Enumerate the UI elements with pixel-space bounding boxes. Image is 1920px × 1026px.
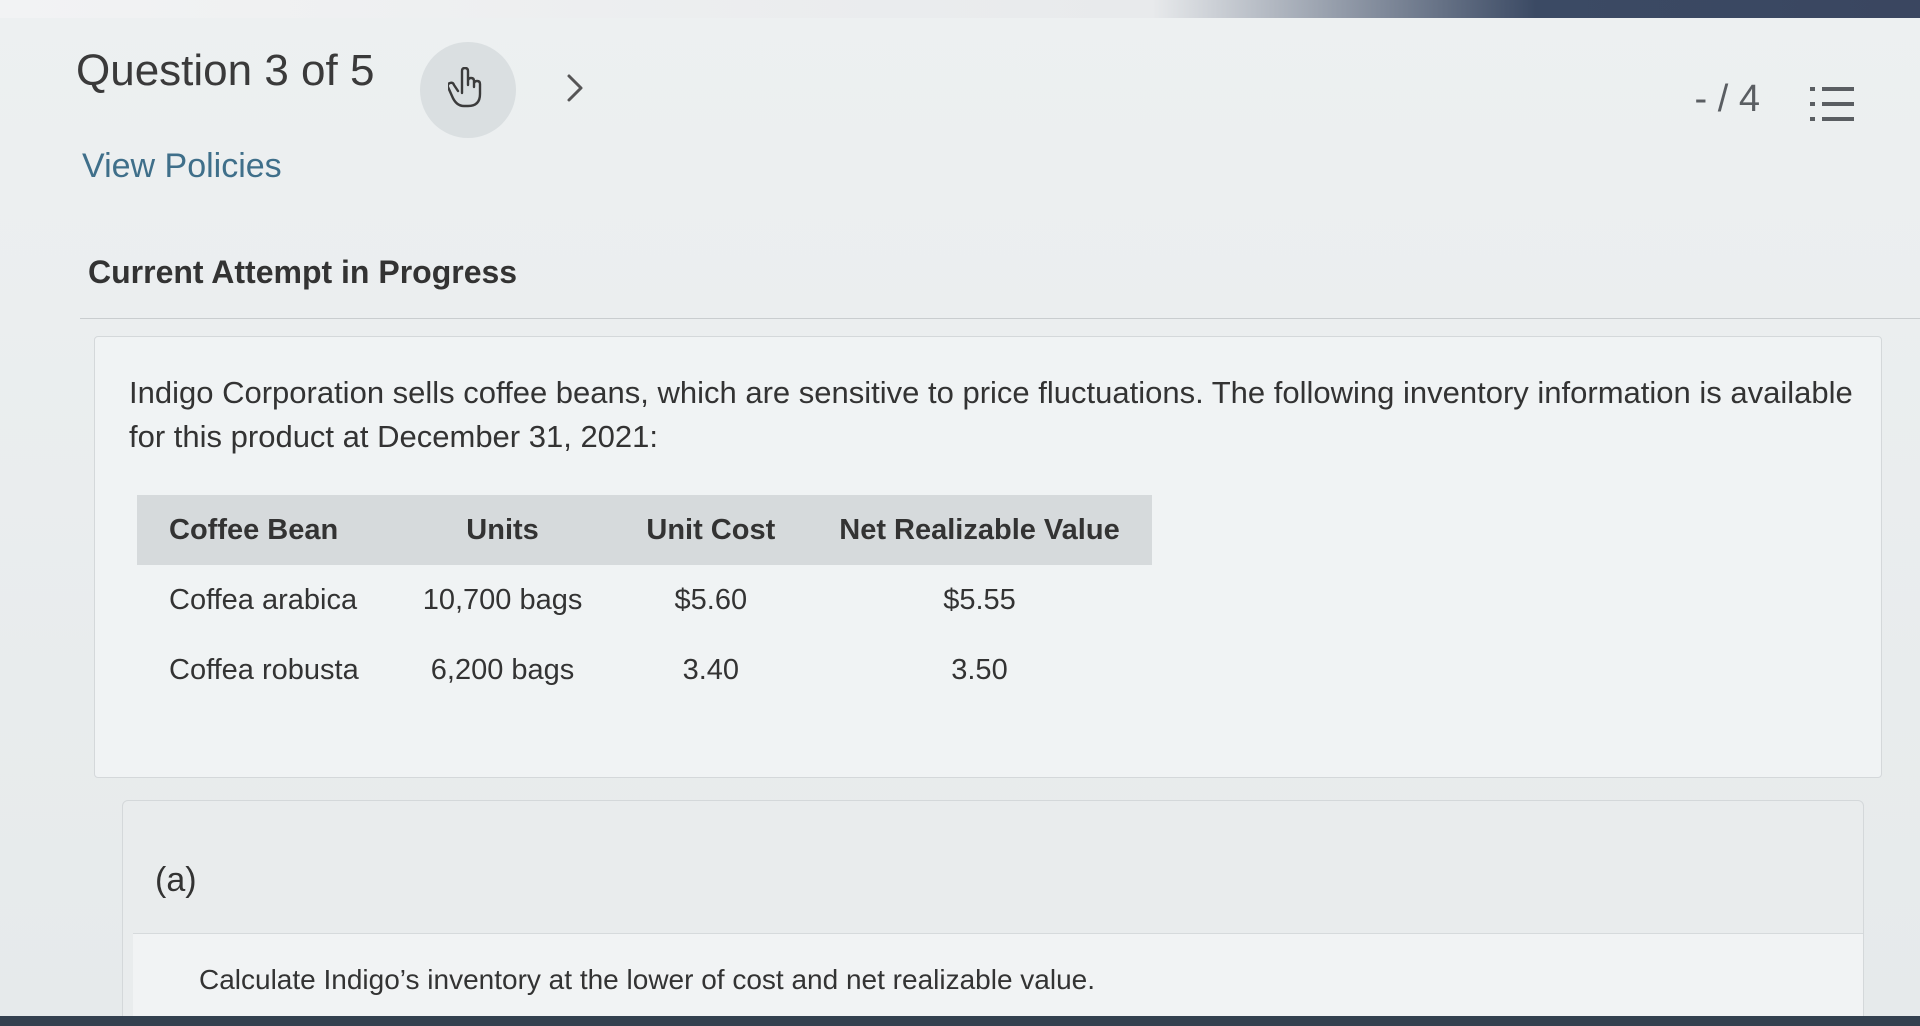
score-display: - / 4 [1694, 78, 1760, 120]
table-cell: $5.60 [674, 583, 748, 616]
table-row: Coffea robusta 6,200 bags 3.40 3.50 [137, 635, 1152, 705]
page: Question 3 of 5 - / 4 View Policies Curr… [0, 0, 1920, 1026]
part-label: (a) [155, 861, 197, 899]
hand-button[interactable] [420, 42, 516, 138]
question-list-button[interactable] [1806, 78, 1860, 132]
problem-intro: Indigo Corporation sells coffee beans, w… [129, 375, 1853, 454]
table-cell: $5.55 [943, 583, 1016, 616]
question-title: Question 3 of 5 [76, 46, 375, 95]
problem-card: Indigo Corporation sells coffee beans, w… [94, 336, 1882, 778]
table-cell: 10,700 bags [422, 583, 583, 616]
hand-pointer-icon [448, 67, 482, 108]
numbered-list-icon [1810, 87, 1854, 121]
attempt-status: Current Attempt in Progress [88, 254, 518, 290]
column-header: Units [390, 495, 615, 565]
divider [80, 318, 1920, 319]
top-strip [0, 0, 1920, 18]
table-header-row: Coffee Bean Units Unit Cost Net Realizab… [137, 495, 1152, 565]
part-a-card: (a) Calculate Indigo’s inventory at the … [122, 800, 1864, 1026]
column-header: Net Realizable Value [807, 495, 1152, 565]
next-question-button[interactable] [560, 68, 590, 108]
part-a-body: Calculate Indigo’s inventory at the lowe… [133, 933, 1863, 1026]
part-a-instruction: Calculate Indigo’s inventory at the lowe… [199, 964, 1096, 995]
question-header: Question 3 of 5 - / 4 [0, 18, 1920, 138]
bottom-bar [0, 1016, 1920, 1026]
chevron-right-icon [567, 74, 583, 102]
table-cell: 6,200 bags [430, 653, 575, 686]
column-header: Unit Cost [614, 495, 808, 565]
table-cell: 3.40 [682, 653, 740, 686]
table-cell: Coffea arabica [169, 583, 358, 616]
table-cell: 3.50 [951, 653, 1008, 686]
inventory-table: Coffee Bean Units Unit Cost Net Realizab… [137, 495, 1152, 705]
view-policies-link[interactable]: View Policies [82, 147, 282, 186]
table-row: Coffea arabica 10,700 bags $5.60 $5.55 [137, 565, 1152, 635]
column-header: Coffee Bean [137, 495, 391, 565]
table-cell: Coffea robusta [169, 653, 359, 686]
